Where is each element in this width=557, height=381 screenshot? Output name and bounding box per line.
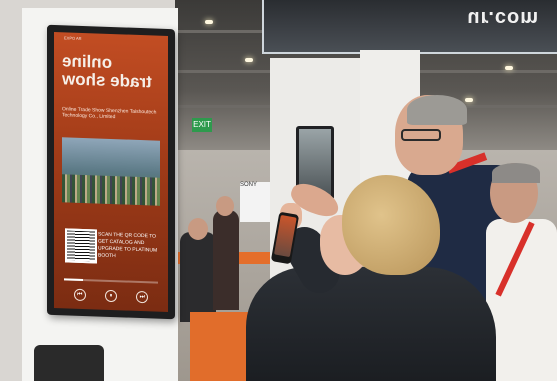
- woman-hair: [342, 175, 440, 275]
- photo-scene: ur.com EXIT SONY EXPO AR online trade sh…: [0, 0, 557, 381]
- orange-desk: [190, 312, 250, 381]
- background-person: [180, 232, 216, 322]
- ceiling-light: [205, 20, 213, 24]
- kiosk-brand-row: Online Trade Show Shenzhen Taishoutech T…: [62, 106, 166, 126]
- kiosk-video: [62, 137, 160, 206]
- glasses-icon: [401, 129, 441, 141]
- video-crowd: [62, 174, 160, 206]
- background-person-head: [188, 218, 208, 240]
- next-icon[interactable]: ⏭: [136, 290, 149, 304]
- man-hair: [407, 95, 467, 125]
- digital-kiosk: EXPO AR online trade show Online Trade S…: [47, 24, 175, 320]
- woman-with-phone: [246, 175, 496, 381]
- banner-text: ur.com: [467, 7, 539, 29]
- video-progress-bar[interactable]: [64, 278, 158, 284]
- hanging-banner: ur.com: [262, 0, 557, 54]
- qr-code[interactable]: [65, 228, 97, 264]
- man-right-hair: [492, 163, 540, 183]
- ceiling-light: [505, 66, 513, 70]
- previous-icon[interactable]: ⏮: [73, 288, 86, 302]
- background-person-head: [216, 196, 234, 216]
- pause-icon[interactable]: ⏸: [104, 289, 117, 303]
- man-right: [486, 163, 557, 381]
- kiosk-title: online trade show: [62, 51, 162, 92]
- exit-sign: EXIT: [192, 118, 212, 132]
- qr-caption: SCAN THE QR CODE TO GET CATALOG AND UPGR…: [98, 231, 158, 260]
- kiosk-mini-logo: EXPO AR: [64, 35, 82, 41]
- leather-jacket: [246, 267, 496, 381]
- kiosk-title-line2: trade show: [62, 69, 152, 92]
- video-progress-fill: [64, 278, 83, 282]
- foreground-object: [34, 345, 104, 381]
- kiosk-screen: EXPO AR online trade show Online Trade S…: [54, 32, 168, 312]
- video-controls: ⏮ ⏸ ⏭: [64, 287, 158, 304]
- ceiling-light: [245, 58, 253, 62]
- background-person: [213, 210, 239, 310]
